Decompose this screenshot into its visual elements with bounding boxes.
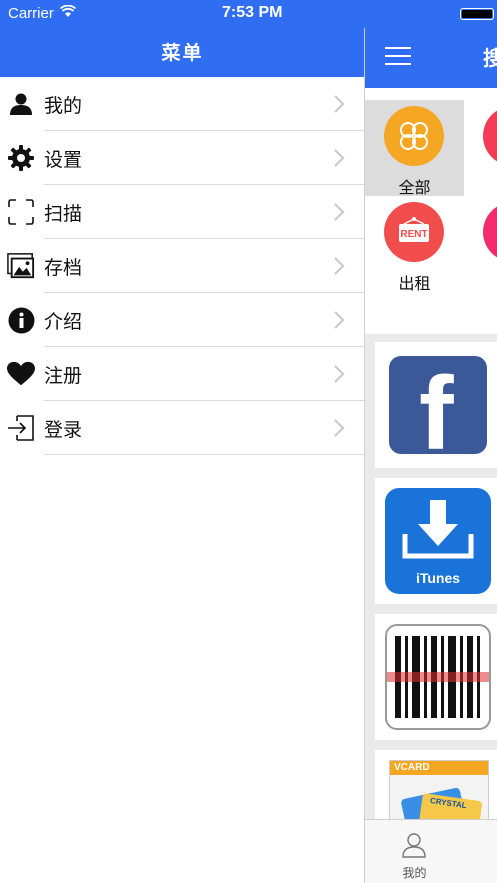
app-card-itunes[interactable]: iTunes: [375, 478, 497, 604]
category-label: 出租: [398, 274, 431, 293]
side-menu: 菜单 我的 设置 扫描 存档 介绍 注册 登录: [0, 0, 365, 883]
battery-icon: [460, 8, 494, 20]
carrier-label: Carrier: [8, 5, 54, 22]
app-card-facebook[interactable]: f: [375, 342, 497, 468]
tab-bar: 我的: [365, 819, 497, 883]
itunes-download-icon: iTunes: [385, 488, 491, 594]
wifi-icon: [60, 5, 76, 17]
main-nav-bar: 搜: [365, 28, 497, 88]
category-label: 手: [464, 174, 497, 198]
heart-icon: [7, 360, 35, 388]
chevron-right-icon: [334, 257, 345, 275]
menu-item-archive[interactable]: 存档: [0, 239, 365, 293]
clock: 7:53 PM: [222, 4, 283, 21]
chevron-right-icon: [334, 311, 345, 329]
photo-archive-icon: [7, 252, 35, 280]
menu-item-label: 存档: [44, 257, 83, 279]
chevron-right-icon: [334, 203, 345, 221]
barcode-scanner-icon: [385, 624, 491, 730]
main-title: 搜: [483, 46, 497, 70]
menu-list: 我的 设置 扫描 存档 介绍 注册 登录: [0, 77, 365, 455]
chevron-right-icon: [334, 419, 345, 437]
category-other[interactable]: [464, 196, 497, 292]
gear-icon: [7, 144, 35, 172]
category-label: 全部: [398, 178, 431, 197]
chevron-right-icon: [334, 95, 345, 113]
tab-mine[interactable]: 我的: [365, 820, 464, 883]
rent-badge-icon: RENT: [384, 202, 444, 262]
chevron-right-icon: [334, 365, 345, 383]
scan-frame-icon: [7, 198, 35, 226]
menu-item-label: 扫描: [44, 203, 83, 225]
facebook-icon: f: [389, 356, 487, 454]
app-card-barcode[interactable]: [375, 614, 497, 740]
menu-item-intro[interactable]: 介绍: [0, 293, 365, 347]
menu-item-label: 注册: [44, 365, 83, 387]
menu-item-mine[interactable]: 我的: [0, 77, 365, 131]
menu-title: 菜单: [161, 42, 204, 64]
category-all[interactable]: 全部: [365, 100, 464, 197]
hamburger-menu-icon[interactable]: [385, 47, 411, 65]
login-icon: [7, 414, 35, 442]
tab-label: 我的: [402, 866, 427, 880]
category-phone[interactable]: 手: [464, 100, 497, 196]
menu-item-settings[interactable]: 设置: [0, 131, 365, 185]
clover-icon: [384, 106, 444, 166]
status-bar: Carrier 7:53 PM: [0, 0, 497, 28]
main-panel[interactable]: 搜 全部 手 RENT: [365, 0, 497, 883]
menu-item-scan[interactable]: 扫描: [0, 185, 365, 239]
menu-item-label: 介绍: [44, 311, 83, 333]
info-icon: [7, 306, 35, 334]
category-icon: [483, 202, 497, 262]
rent-badge-text: RENT: [400, 229, 427, 240]
menu-item-login[interactable]: 登录: [0, 401, 365, 455]
category-rent[interactable]: RENT 出租: [365, 196, 464, 293]
separator: [44, 454, 365, 455]
category-grid: 全部 手 RENT 出租: [365, 88, 497, 334]
menu-item-label: 登录: [44, 419, 83, 441]
menu-item-register[interactable]: 注册: [0, 347, 365, 401]
chevron-right-icon: [334, 149, 345, 167]
menu-item-label: 设置: [44, 149, 83, 171]
category-icon: [483, 106, 497, 166]
person-icon: [7, 90, 35, 118]
person-outline-icon: [402, 833, 426, 858]
menu-header: 菜单: [0, 28, 365, 77]
menu-item-label: 我的: [44, 95, 83, 117]
